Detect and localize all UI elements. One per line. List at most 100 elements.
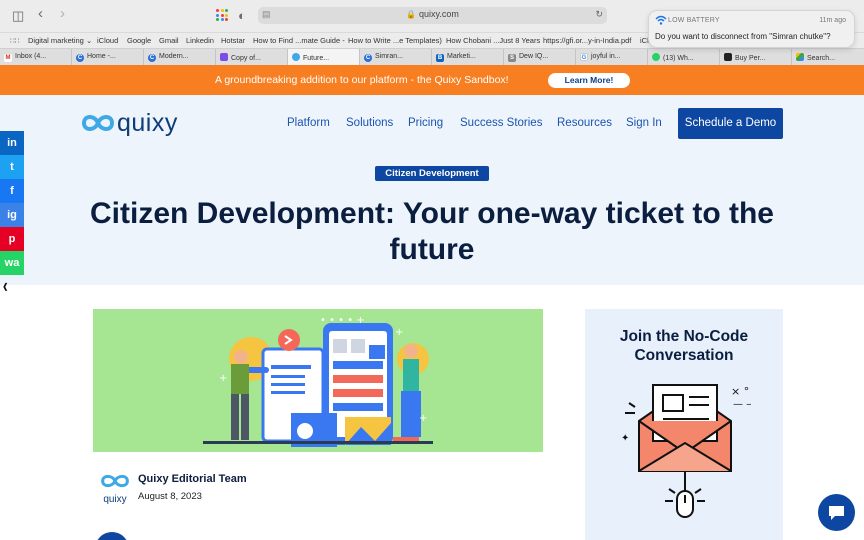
tab-joyful[interactable]: Gjoyful in... — [576, 49, 648, 65]
nav-sign-in[interactable]: Sign In — [626, 117, 662, 129]
quixy-avatar-icon — [101, 474, 129, 488]
chat-bubble-icon — [829, 506, 844, 520]
extensions-grid-icon[interactable] — [216, 9, 228, 21]
tab-whatsapp[interactable]: (13) Wh... — [648, 49, 720, 65]
forward-icon[interactable]: › — [60, 6, 65, 22]
tab-strip: M Inbox (4... C Home -... C Modern... Copy … — [0, 48, 864, 65]
app-builder-illustration: • • • • + + + + — [203, 315, 433, 447]
bookmark-item[interactable]: How to Find ...mate Guide - — [253, 36, 345, 45]
hero-section: quixy Platform Solutions Pricing Success… — [0, 95, 864, 285]
bookmark-item[interactable]: Google — [127, 36, 151, 45]
tab-inbox[interactable]: M Inbox (4... — [0, 49, 72, 65]
schedule-demo-button[interactable]: Schedule a Demo — [678, 108, 783, 139]
tab-home[interactable]: C Home -... — [72, 49, 144, 65]
nav-success-stories[interactable]: Success Stories — [460, 117, 542, 129]
category-tag[interactable]: Citizen Development — [375, 166, 489, 181]
site-icon — [724, 53, 732, 61]
battery-notification[interactable]: LOW BATTERY 11m ago Do you want to disco… — [648, 10, 855, 48]
tab-marketing[interactable]: B Marketi... — [432, 49, 504, 65]
learn-more-button[interactable]: Learn More! — [548, 73, 630, 88]
newsletter-card: Join the No-Code Conversation × ° — — ✦ — [585, 309, 783, 540]
tab-buy[interactable]: Buy Per... — [720, 49, 792, 65]
privacy-shield-icon[interactable]: ◐ — [238, 8, 246, 24]
tab-search[interactable]: Search... — [792, 49, 864, 65]
banner-text: A groundbreaking addition to our platfor… — [215, 74, 509, 86]
wifi-icon — [655, 15, 667, 28]
bookmark-item[interactable]: Digital marketing ⌄ — [28, 36, 92, 45]
bookmarks-grid-icon[interactable]: ∷∷ — [10, 36, 20, 45]
tab-label: Inbox (4... — [15, 53, 47, 60]
google-icon: G — [580, 53, 588, 61]
bookmark-item[interactable]: iCloud — [97, 36, 118, 45]
site-icon: C — [364, 54, 372, 62]
twitter-icon[interactable]: t — [0, 155, 24, 179]
logo-text: quixy — [117, 109, 178, 137]
site-icon: C — [148, 54, 156, 62]
url-text: quixy.com — [419, 9, 459, 19]
chat-button[interactable] — [818, 494, 855, 531]
svg-text:• • • • +: • • • • + — [320, 315, 365, 326]
nav-resources[interactable]: Resources — [557, 117, 612, 129]
tab-label: Home -... — [87, 53, 116, 60]
avatar-text: quixy — [103, 494, 127, 505]
linkedin-icon[interactable]: in — [0, 131, 24, 155]
nav-solutions[interactable]: Solutions — [346, 117, 393, 129]
tab-copy-of[interactable]: Copy of... — [216, 49, 288, 65]
bookmark-item[interactable]: Gmail — [159, 36, 179, 45]
card-title: Join the No-Code Conversation — [619, 328, 749, 364]
svg-text:× °: × ° — [731, 385, 749, 398]
envelope-illustration-icon: × ° — — ✦ — [621, 384, 751, 518]
bookmark-item[interactable]: How Chobani ...Just 8 Years — [446, 36, 540, 45]
whatsapp-icon[interactable]: wa — [0, 251, 24, 275]
quixy-logo[interactable]: quixy — [81, 109, 177, 137]
behance-icon: B — [436, 54, 444, 62]
tab-label: Search... — [807, 55, 836, 62]
tab-label: Copy of... — [231, 55, 261, 62]
tab-modern[interactable]: C Modern... — [144, 49, 216, 65]
site-icon — [220, 53, 228, 61]
facebook-icon[interactable]: f — [0, 179, 24, 203]
svg-text:— —: — — — [733, 399, 751, 410]
tab-label: Marketi... — [447, 53, 476, 60]
announcement-banner: A groundbreaking addition to our platfor… — [0, 65, 864, 95]
share-circle-icon[interactable] — [95, 532, 129, 540]
tab-label: joyful in... — [591, 53, 621, 60]
svg-text:+: + — [395, 327, 403, 338]
bookmark-item[interactable]: How to Write ...e Templates) — [348, 36, 442, 45]
sidebar-toggle-icon[interactable]: ◫ — [12, 8, 24, 24]
tab-label: Dew IQ... — [519, 53, 549, 60]
reload-icon[interactable]: ↻ — [595, 9, 603, 20]
author-name[interactable]: Quixy Editorial Team — [138, 473, 247, 485]
svg-text:✦: ✦ — [621, 433, 629, 444]
tab-simran[interactable]: C Simran... — [360, 49, 432, 65]
tab-label: Simran... — [375, 53, 404, 60]
author-avatar: quixy — [100, 472, 130, 505]
gmail-icon: M — [4, 54, 12, 62]
quixy-logo-icon — [81, 115, 115, 131]
site-icon: C — [76, 54, 84, 62]
address-bar[interactable]: ▤ 🔒 quixy.com ↻ — [258, 7, 607, 24]
whatsapp-icon — [652, 53, 660, 61]
page-title: Citizen Development: Your one-way ticket… — [90, 197, 774, 266]
bookmark-item[interactable]: Hotstar — [221, 36, 245, 45]
publish-date: August 8, 2023 — [138, 491, 202, 502]
quixy-favicon-icon — [292, 53, 300, 61]
back-icon[interactable]: ‹ — [38, 6, 43, 22]
tab-label: Modern... — [159, 53, 189, 60]
tab-label: Future... — [303, 55, 330, 62]
notification-time: 11m ago — [819, 17, 846, 24]
drive-icon — [796, 53, 804, 61]
bookmark-item[interactable]: Linkedin — [186, 36, 214, 45]
instagram-icon[interactable]: ig — [0, 203, 24, 227]
tab-dew-iq[interactable]: S Dew IQ... — [504, 49, 576, 65]
collapse-arrow-icon[interactable]: ❰ — [2, 282, 9, 291]
nav-pricing[interactable]: Pricing — [408, 117, 443, 129]
featured-image: • • • • + + + + — [93, 309, 543, 452]
tab-label: (13) Wh... — [663, 55, 694, 62]
pinterest-icon[interactable]: p — [0, 227, 24, 251]
lock-icon: 🔒 — [406, 10, 417, 19]
tab-future-active[interactable]: Future... — [288, 49, 360, 65]
notification-title: LOW BATTERY — [668, 17, 720, 24]
nav-platform[interactable]: Platform — [287, 117, 330, 129]
bookmark-item[interactable]: https://gfi.or...y-in-India.pdf — [543, 36, 631, 45]
